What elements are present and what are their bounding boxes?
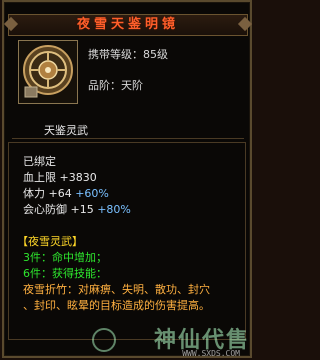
item-tooltip: 夜雪天鉴明镜 携带等级：85级 品阶：天阶 天鉴灵武 已绑定 血上限 +3830 <box>2 0 253 358</box>
title-ornament-left <box>3 16 19 32</box>
stat-base: +15 <box>70 203 94 216</box>
watermark-url: WWW.SXDS.COM <box>182 349 240 358</box>
stat-base: +3830 <box>59 171 97 184</box>
watermark-logo-icon <box>92 328 116 352</box>
skill-desc-2: 、封印、眩晕的目标造成的伤害提高。 <box>23 299 210 312</box>
mirror-icon <box>23 45 73 98</box>
set-title: 【夜雪灵武】 <box>17 235 83 248</box>
stat-crit-def: 会心防御 +15 +80% <box>23 201 131 217</box>
stat-label: 血上限 <box>23 171 56 184</box>
stat-label: 体力 <box>23 187 45 200</box>
stat-label: 会心防御 <box>23 203 67 216</box>
set-bonus-6: 6件：获得技能： <box>23 267 107 280</box>
divider <box>12 138 244 139</box>
bound-status: 已绑定 <box>23 155 56 168</box>
title-ornament-right <box>237 16 253 32</box>
stat-bonus: +80% <box>97 203 131 216</box>
item-icon-slot[interactable] <box>18 40 78 104</box>
attributes-panel: 已绑定 血上限 +3830 体力 +64 +60% 会心防御 +15 +80% … <box>8 142 246 340</box>
spirit-name: 天鉴灵武 <box>44 124 88 137</box>
stat-base: +64 <box>48 187 72 200</box>
stat-bonus: +60% <box>75 187 109 200</box>
item-name: 夜雪天鉴明镜 <box>76 17 179 32</box>
carry-level: 携带等级：85级 <box>88 48 168 61</box>
item-title-bar: 夜雪天鉴明镜 <box>3 14 253 36</box>
item-grade: 品阶：天阶 <box>88 79 143 92</box>
skill-desc-1: 夜雪折竹：对麻痹、失明、散功、封穴 <box>23 283 210 296</box>
stat-hp: 血上限 +3830 <box>23 169 97 185</box>
set-bonus-3: 3件：命中增加； <box>23 251 107 264</box>
stat-stamina: 体力 +64 +60% <box>23 185 109 201</box>
